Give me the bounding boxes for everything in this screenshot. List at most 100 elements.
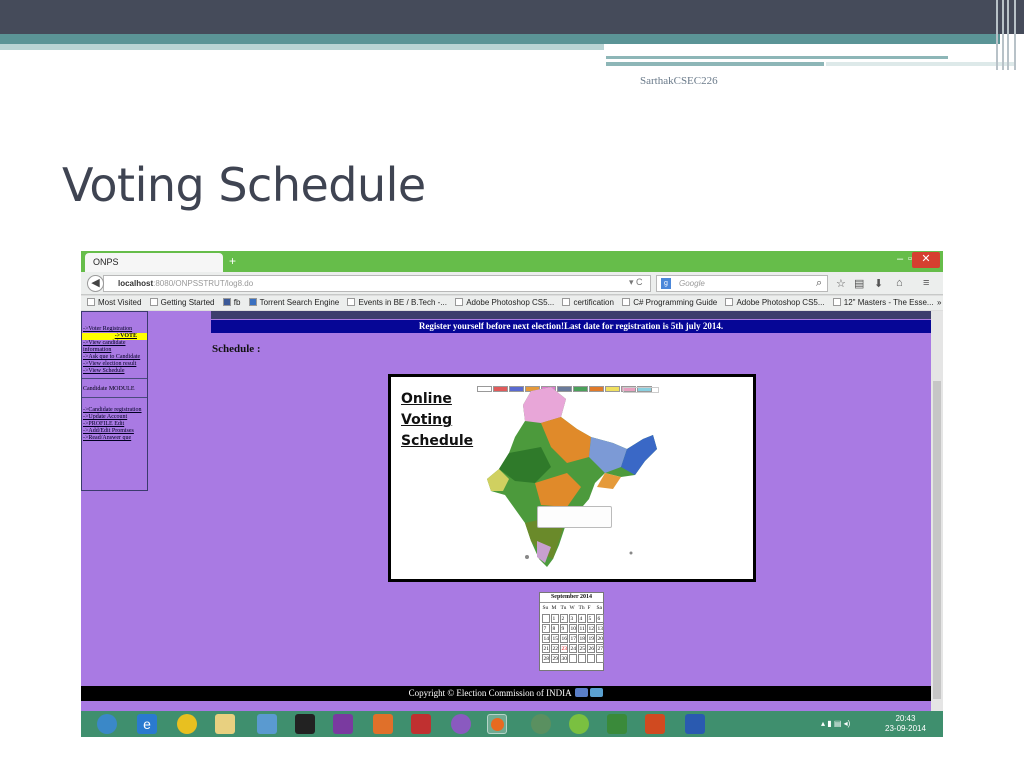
calendar-weekday: Tu xyxy=(560,604,567,611)
app-icon[interactable] xyxy=(569,714,589,734)
sidebar-item-vote[interactable]: ->VOTE xyxy=(82,333,147,340)
calendar-day[interactable]: 26 xyxy=(586,643,595,653)
file-explorer-icon[interactable] xyxy=(215,714,235,734)
search-icon[interactable]: ⌕ xyxy=(816,277,822,290)
back-button[interactable]: ◀ xyxy=(87,275,104,292)
calendar-day[interactable]: 19 xyxy=(586,633,595,643)
calendar-day[interactable]: 17 xyxy=(568,633,577,643)
close-button[interactable]: ✕ xyxy=(912,252,940,268)
bookmark-item[interactable]: Adobe Photoshop CS5... xyxy=(455,298,554,307)
browser-tab[interactable]: ONPS xyxy=(85,253,223,272)
command-prompt-icon[interactable] xyxy=(295,714,315,734)
calendar-widget: September 2014 Su M Tu W Th F Sa 1 2 3 4 5 6 7 8 9 10 11 1… xyxy=(539,592,604,671)
app-icon[interactable] xyxy=(411,714,431,734)
sidebar-item-answer-questions[interactable]: ->Read/Answer que xyxy=(82,435,147,442)
calendar-day[interactable]: 25 xyxy=(577,643,586,653)
sidebar-item-view-schedule[interactable]: ->View Schedule xyxy=(82,368,147,375)
top-nav-menu[interactable] xyxy=(211,311,931,319)
calendar-day[interactable]: 4 xyxy=(577,613,586,623)
calendar-day[interactable]: 10 xyxy=(568,623,577,633)
media-icon[interactable] xyxy=(531,714,551,734)
sidebar-item-ask-question[interactable]: ->Ask que to Candidate xyxy=(82,354,147,361)
home-icon[interactable]: ⌂ xyxy=(896,277,903,289)
bookmark-item[interactable]: Adobe Photoshop CS5... xyxy=(725,298,825,307)
menu-icon[interactable]: ≡ xyxy=(923,277,929,289)
excel-icon[interactable] xyxy=(607,714,627,734)
calendar-day[interactable]: 3 xyxy=(568,613,577,623)
calendar-day xyxy=(595,653,604,663)
calendar-day[interactable]: 2 xyxy=(559,613,568,623)
scrollbar-thumb[interactable] xyxy=(933,381,941,699)
sidebar-item-voter-registration[interactable]: ->Voter Registration xyxy=(82,326,147,333)
bookmark-item[interactable]: Most Visited xyxy=(87,298,141,307)
matlab-icon[interactable] xyxy=(373,714,393,734)
chrome-icon[interactable] xyxy=(177,714,197,734)
page-scrollbar[interactable] xyxy=(931,311,943,711)
bookmark-item[interactable]: Torrent Search Engine xyxy=(248,298,339,307)
slide-header-bar xyxy=(0,0,1024,34)
calendar-day[interactable]: 1 xyxy=(550,613,559,623)
bookmarks-overflow[interactable]: » xyxy=(937,298,941,307)
calendar-day[interactable]: 12 xyxy=(586,623,595,633)
calendar-day[interactable]: 29 xyxy=(550,653,559,663)
calendar-day[interactable]: 18 xyxy=(577,633,586,643)
address-bar[interactable]: localhost:8080/ONPSSTRUT/log8.do xyxy=(103,275,651,292)
search-input[interactable]: Google xyxy=(656,275,828,292)
calendar-day[interactable]: 9 xyxy=(559,623,568,633)
calendar-day[interactable]: 24 xyxy=(568,643,577,653)
sidebar-item-view-candidate[interactable]: ->View candidate information xyxy=(82,340,147,354)
sidebar-heading-candidate: Candidate MODULE xyxy=(83,386,135,392)
calendar-day[interactable]: 15 xyxy=(550,633,559,643)
powerpoint-icon[interactable] xyxy=(645,714,665,734)
page-footer: Copyright © Election Commission of INDIA xyxy=(81,686,931,701)
control-panel-icon[interactable] xyxy=(257,714,277,734)
word-icon[interactable] xyxy=(685,714,705,734)
bookmark-item[interactable]: certification xyxy=(562,298,614,307)
facebook-icon[interactable] xyxy=(575,688,589,697)
bookmark-item[interactable]: C# Programming Guide xyxy=(622,298,717,307)
firefox-icon[interactable] xyxy=(487,714,507,734)
twitter-icon[interactable] xyxy=(590,688,604,697)
bookmark-star-icon[interactable]: ☆ xyxy=(836,277,846,290)
bookmark-item[interactable]: Getting Started xyxy=(149,298,214,307)
calendar-day[interactable]: 14 xyxy=(541,633,550,643)
calendar-day[interactable]: 11 xyxy=(577,623,586,633)
new-tab-button[interactable]: + xyxy=(229,254,236,268)
visual-studio-icon[interactable] xyxy=(333,714,353,734)
calendar-day[interactable]: 23 xyxy=(559,643,568,653)
sidebar-item-candidate-registration[interactable]: ->Candidate registration xyxy=(82,407,147,414)
calendar-day[interactable]: 5 xyxy=(586,613,595,623)
reload-icon[interactable]: ▾ C xyxy=(629,277,643,288)
bookmark-item[interactable]: fb xyxy=(222,298,240,307)
bookmark-icon xyxy=(562,298,571,306)
sidebar-item-profile-edit[interactable]: ->PROFILE Edit xyxy=(82,421,147,428)
browser-screenshot: ONPS + – ▫ ✕ localhost:8080/ONPSSTRUT/lo… xyxy=(81,251,943,737)
download-icon[interactable]: ⬇ xyxy=(874,277,883,290)
sidebar-item-update-account[interactable]: ->Update Account xyxy=(82,414,147,421)
sidebar-item-promises[interactable]: ->Add/Edit Promises xyxy=(82,428,147,435)
bookmark-item[interactable]: Events in BE / B.Tech -... xyxy=(347,298,447,307)
calendar-day[interactable]: 21 xyxy=(541,643,550,653)
calendar-day[interactable]: 28 xyxy=(541,653,550,663)
sidebar-item-view-result[interactable]: ->View election result xyxy=(82,361,147,368)
taskbar-clock[interactable]: 20:43 23-09-2014 xyxy=(885,714,926,734)
eclipse-icon[interactable] xyxy=(451,714,471,734)
bookmark-item[interactable]: 12" Masters - The Esse... xyxy=(832,298,934,307)
reading-list-icon[interactable]: ▤ xyxy=(854,277,864,290)
calendar-weekday: W xyxy=(569,604,575,611)
calendar-day[interactable]: 20 xyxy=(595,633,604,643)
calendar-day[interactable]: 16 xyxy=(559,633,568,643)
calendar-day[interactable]: 27 xyxy=(595,643,604,653)
calendar-day[interactable]: 30 xyxy=(559,653,568,663)
bookmark-icon xyxy=(832,298,841,306)
clock-time: 20:43 xyxy=(895,714,916,723)
calendar-day[interactable]: 13 xyxy=(595,623,604,633)
calendar-day[interactable]: 7 xyxy=(541,623,550,633)
start-button-icon[interactable] xyxy=(97,714,117,734)
calendar-day[interactable]: 22 xyxy=(550,643,559,653)
calendar-day[interactable]: 8 xyxy=(550,623,559,633)
system-tray[interactable]: ▴ ▮ ▤ ◂) xyxy=(821,719,850,728)
google-icon[interactable]: g xyxy=(661,278,671,289)
calendar-day[interactable]: 6 xyxy=(595,613,604,623)
internet-explorer-icon[interactable]: e xyxy=(137,714,157,734)
